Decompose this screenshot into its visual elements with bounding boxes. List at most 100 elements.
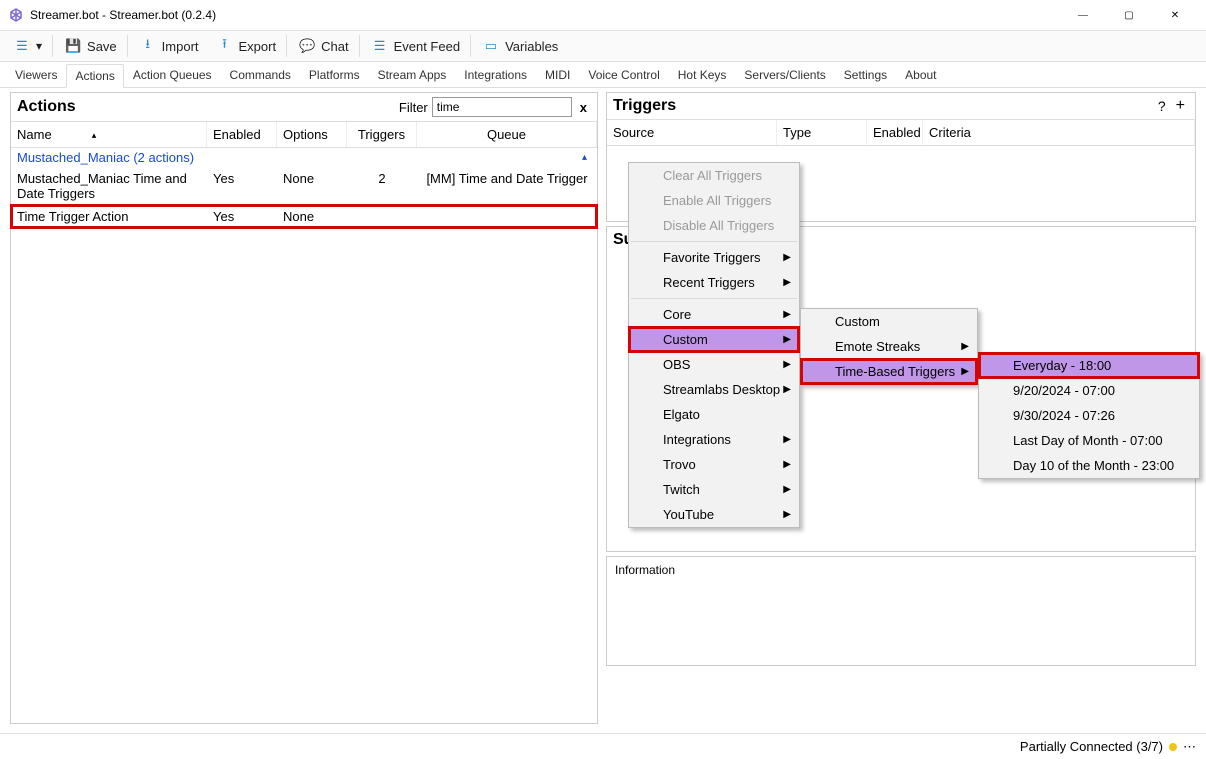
ctx-recent[interactable]: Recent Triggers▶ bbox=[629, 270, 799, 295]
chevron-right-icon: ▶ bbox=[783, 384, 791, 395]
chat-label: Chat bbox=[321, 39, 348, 54]
connection-status: Partially Connected (3/7) bbox=[1020, 739, 1163, 754]
ctx-enable-all: Enable All Triggers bbox=[629, 188, 799, 213]
chevron-right-icon: ▶ bbox=[961, 341, 969, 352]
filter-clear-button[interactable]: x bbox=[576, 100, 591, 115]
tcol-source[interactable]: Source bbox=[607, 120, 777, 145]
variables-button[interactable]: ▭ Variables bbox=[475, 34, 564, 58]
tcol-enabled[interactable]: Enabled bbox=[867, 120, 923, 145]
ctx-clear-all: Clear All Triggers bbox=[629, 163, 799, 188]
ctx3-day10[interactable]: Day 10 of the Month - 23:00 bbox=[979, 453, 1199, 478]
chevron-right-icon: ▶ bbox=[783, 334, 791, 345]
titlebar: Streamer.bot - Streamer.bot (0.2.4) — ▢ … bbox=[0, 0, 1206, 30]
ctx-youtube[interactable]: YouTube▶ bbox=[629, 502, 799, 527]
custom-submenu: Custom Emote Streaks▶ Time-Based Trigger… bbox=[800, 308, 978, 385]
tab-voice-control[interactable]: Voice Control bbox=[579, 63, 668, 87]
tab-commands[interactable]: Commands bbox=[221, 63, 300, 87]
group-label: Mustached_Maniac (2 actions) bbox=[17, 150, 194, 165]
window-title: Streamer.bot - Streamer.bot (0.2.4) bbox=[30, 8, 216, 22]
col-enabled[interactable]: Enabled bbox=[207, 122, 277, 147]
action-row-selected[interactable]: Time Trigger Action Yes None bbox=[11, 205, 597, 228]
tab-hot-keys[interactable]: Hot Keys bbox=[669, 63, 736, 87]
action-row[interactable]: Mustached_Maniac Time and Date Triggers … bbox=[11, 167, 597, 205]
save-icon: 💾 bbox=[63, 36, 83, 56]
ctx3-last-day[interactable]: Last Day of Month - 07:00 bbox=[979, 428, 1199, 453]
ctx-twitch[interactable]: Twitch▶ bbox=[629, 477, 799, 502]
filter-input[interactable] bbox=[432, 97, 572, 117]
chevron-right-icon: ▶ bbox=[783, 459, 791, 470]
tab-settings[interactable]: Settings bbox=[835, 63, 896, 87]
ctx2-emote-streaks[interactable]: Emote Streaks▶ bbox=[801, 334, 977, 359]
tcol-type[interactable]: Type bbox=[777, 120, 867, 145]
close-button[interactable]: ✕ bbox=[1152, 0, 1198, 30]
menu-button[interactable]: ☰▾ bbox=[6, 34, 48, 58]
maximize-button[interactable]: ▢ bbox=[1106, 0, 1152, 30]
ctx-streamlabs[interactable]: Streamlabs Desktop▶ bbox=[629, 377, 799, 402]
tcol-criteria[interactable]: Criteria bbox=[923, 120, 1195, 145]
collapse-icon[interactable]: ▴ bbox=[582, 152, 591, 163]
ctx-integrations[interactable]: Integrations▶ bbox=[629, 427, 799, 452]
ctx-custom[interactable]: Custom▶ bbox=[629, 327, 799, 352]
export-label: Export bbox=[239, 39, 277, 54]
export-button[interactable]: ⭱ Export bbox=[209, 34, 283, 58]
col-name[interactable]: Name▴ bbox=[11, 122, 207, 147]
tab-midi[interactable]: MIDI bbox=[536, 63, 579, 87]
col-options[interactable]: Options bbox=[277, 122, 347, 147]
help-button[interactable]: ? bbox=[1152, 98, 1172, 114]
tab-servers-clients[interactable]: Servers/Clients bbox=[735, 63, 834, 87]
ctx-obs[interactable]: OBS▶ bbox=[629, 352, 799, 377]
chat-button[interactable]: 💬Chat bbox=[291, 34, 354, 58]
main-tabs: Viewers Actions Action Queues Commands P… bbox=[0, 62, 1206, 88]
ctx3-date1[interactable]: 9/20/2024 - 07:00 bbox=[979, 378, 1199, 403]
triggers-title: Triggers bbox=[613, 97, 1152, 115]
status-dots[interactable]: ⋯ bbox=[1183, 739, 1196, 755]
import-label: Import bbox=[162, 39, 199, 54]
actions-columns: Name▴ Enabled Options Triggers Queue bbox=[11, 121, 597, 148]
event-feed-button[interactable]: ☰ Event Feed bbox=[364, 34, 467, 58]
action-group[interactable]: Mustached_Maniac (2 actions) ▴ bbox=[11, 148, 597, 167]
col-queue[interactable]: Queue bbox=[417, 122, 597, 147]
ctx3-everyday[interactable]: Everyday - 18:00 bbox=[979, 353, 1199, 378]
ctx2-time-based[interactable]: Time-Based Triggers▶ bbox=[801, 359, 977, 384]
col-triggers[interactable]: Triggers bbox=[347, 122, 417, 147]
ctx2-custom[interactable]: Custom bbox=[801, 309, 977, 334]
ctx-elgato[interactable]: Elgato bbox=[629, 402, 799, 427]
chevron-right-icon: ▶ bbox=[783, 509, 791, 520]
chevron-right-icon: ▶ bbox=[783, 359, 791, 370]
actions-panel: Actions Filter x Name▴ Enabled Options T… bbox=[10, 92, 598, 724]
save-button[interactable]: 💾 Save bbox=[57, 34, 123, 58]
add-trigger-button[interactable]: + bbox=[1172, 97, 1189, 115]
actions-title: Actions bbox=[17, 98, 76, 116]
status-dot-icon bbox=[1169, 743, 1177, 751]
tab-integrations[interactable]: Integrations bbox=[455, 63, 536, 87]
ctx-core[interactable]: Core▶ bbox=[629, 302, 799, 327]
information-panel: Information bbox=[606, 556, 1196, 666]
triggers-columns: Source Type Enabled Criteria bbox=[607, 119, 1195, 146]
statusbar: Partially Connected (3/7) ⋯ bbox=[0, 733, 1206, 759]
app-icon bbox=[8, 7, 24, 23]
chevron-right-icon: ▶ bbox=[783, 484, 791, 495]
ctx3-date2[interactable]: 9/30/2024 - 07:26 bbox=[979, 403, 1199, 428]
time-triggers-submenu: Everyday - 18:00 9/20/2024 - 07:00 9/30/… bbox=[978, 352, 1200, 479]
chevron-right-icon: ▶ bbox=[783, 252, 791, 263]
ctx-favorite[interactable]: Favorite Triggers▶ bbox=[629, 245, 799, 270]
variables-label: Variables bbox=[505, 39, 558, 54]
import-icon: ⭳ bbox=[138, 36, 158, 56]
minimize-button[interactable]: — bbox=[1060, 0, 1106, 30]
tab-actions[interactable]: Actions bbox=[66, 64, 123, 88]
tab-stream-apps[interactable]: Stream Apps bbox=[369, 63, 456, 87]
tab-about[interactable]: About bbox=[896, 63, 945, 87]
menu-icon: ☰ bbox=[12, 36, 32, 56]
event-feed-label: Event Feed bbox=[394, 39, 461, 54]
export-icon: ⭱ bbox=[215, 36, 235, 56]
toolbar: ☰▾ 💾 Save ⭳ Import ⭱ Export 💬Chat ☰ Event Fe… bbox=[0, 30, 1206, 62]
tab-viewers[interactable]: Viewers bbox=[6, 63, 66, 87]
import-button[interactable]: ⭳ Import bbox=[132, 34, 205, 58]
tab-platforms[interactable]: Platforms bbox=[300, 63, 369, 87]
variables-icon: ▭ bbox=[481, 36, 501, 56]
save-label: Save bbox=[87, 39, 117, 54]
feed-icon: ☰ bbox=[370, 36, 390, 56]
ctx-trovo[interactable]: Trovo▶ bbox=[629, 452, 799, 477]
tab-action-queues[interactable]: Action Queues bbox=[124, 63, 221, 87]
chevron-right-icon: ▶ bbox=[961, 366, 969, 377]
